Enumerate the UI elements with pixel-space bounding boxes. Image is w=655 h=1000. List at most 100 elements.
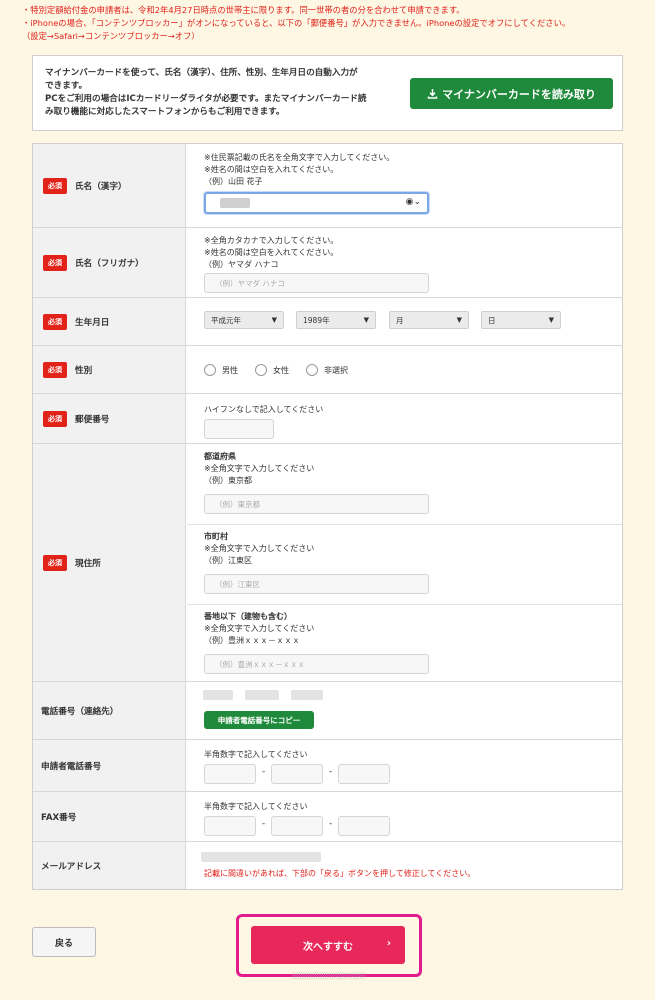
redacted-value [203, 690, 233, 700]
era-select[interactable]: 平成元年 ▼ [204, 311, 284, 329]
email-label: メールアドレス [41, 861, 102, 872]
row-email: メールアドレス 記載に間違いがあれば、下部の「戻る」ボタンを押して修正してくださ… [33, 842, 622, 889]
next-button[interactable]: 次へすすむ › [251, 926, 405, 964]
required-badge: 必須 [43, 410, 67, 427]
hint-text: ※全角カタカナで入力してください。 [204, 236, 339, 245]
autofill-person-icon[interactable]: ◉⌄ [406, 197, 421, 207]
hint-text: （例）山田 花子 [204, 177, 263, 186]
fax-part2[interactable] [271, 816, 323, 836]
postal-label: 郵便番号 [75, 414, 110, 425]
triangle-down-icon: ▼ [456, 316, 462, 324]
required-badge: 必須 [43, 554, 67, 571]
row-postal: 必須 郵便番号 ハイフンなしで記入してください [33, 394, 622, 444]
street-title: 番地以下（建物も含む） [204, 612, 292, 621]
year-select[interactable]: 1989年 ▼ [296, 311, 376, 329]
row-applicant-phone: 申請者電話番号 半角数字で記入してください - - [33, 740, 622, 792]
hint-text: ※姓名の間は空白を入れてください。 [204, 165, 339, 174]
hint-text: ※住民票記載の氏名を全角文字で入力してください。 [204, 153, 395, 162]
name-kanji-input[interactable]: ◉⌄ [204, 192, 429, 214]
row-name-kana: 必須 氏名（フリガナ） ※全角カタカナで入力してください。 ※姓名の間は空白を入… [33, 228, 622, 298]
row-label: 必須 氏名（フリガナ） [33, 228, 186, 297]
redacted-value [291, 690, 323, 700]
street-group: 番地以下（建物も含む） ※全角文字で入力してください （例）豊洲ｘｘｘ－ｘｘｘ … [204, 604, 622, 682]
month-select[interactable]: 月 ▼ [389, 311, 469, 329]
hint-text: （例）江東区 [204, 556, 252, 565]
postal-input[interactable] [204, 419, 274, 439]
row-contact-phone: 電話番号（連絡先） 申請者電話番号にコピー [33, 682, 622, 740]
applicant-phone-part2[interactable] [271, 764, 323, 784]
next-button-label: 次へすすむ [303, 941, 353, 953]
triangle-down-icon: ▼ [271, 316, 277, 324]
redacted-value [201, 852, 321, 862]
radio-icon[interactable] [306, 364, 318, 376]
hint-text: 半角数字で記入してください [204, 802, 308, 811]
row-gender: 必須 性別 男性 女性 非選択 [33, 346, 622, 394]
city-input[interactable]: （例）江東区 [204, 574, 429, 594]
row-label: 必須 郵便番号 [33, 394, 186, 443]
read-mynumber-card-button[interactable]: マイナンバーカードを読み取り [410, 78, 613, 109]
city-title: 市町村 [204, 532, 228, 541]
address-label: 現住所 [75, 558, 101, 569]
read-card-label: マイナンバーカードを読み取り [442, 87, 596, 101]
separator: - [329, 819, 333, 829]
notice-line: ・特別定額給付金の申請者は、令和2年4月27日時点の世帯主に限ります。同一世帯の… [22, 5, 465, 15]
back-button[interactable]: 戻る [32, 927, 96, 957]
notice-line: （設定→Safari→コンテンツブロッカー→オフ） [22, 31, 200, 41]
gender-label: 性別 [75, 365, 93, 376]
copy-to-applicant-phone-button[interactable]: 申請者電話番号にコピー [204, 711, 314, 729]
required-badge: 必須 [43, 361, 67, 378]
notice-line: ・iPhoneの場合、「コンテンツブロッカー」がオンになっていると、以下の「郵便… [22, 18, 571, 28]
name-kana-input[interactable]: （例）ヤマダ ハナコ [204, 273, 429, 293]
required-badge: 必須 [43, 313, 67, 330]
prefecture-input[interactable]: （例）東京都 [204, 494, 429, 514]
row-label: 必須 現住所 [33, 444, 186, 681]
hint-text: ※全角文字で入力してください [204, 544, 315, 553]
fax-part1[interactable] [204, 816, 256, 836]
email-correction-note: 記載に間違いがあれば、下部の「戻る」ボタンを押して修正してください。 [204, 869, 476, 878]
gender-option-unselected[interactable]: 非選択 [306, 364, 348, 376]
hint-text: ハイフンなしで記入してください [204, 405, 324, 414]
hint-text: ※姓名の間は空白を入れてください。 [204, 248, 339, 257]
radio-icon[interactable] [204, 364, 216, 376]
row-address: 必須 現住所 都道府県 ※全角文字で入力してください （例）東京都 （例）東京都… [33, 444, 622, 682]
hint-text: 半角数字で記入してください [204, 750, 308, 759]
gender-option-male[interactable]: 男性 [204, 364, 238, 376]
redacted-value [220, 198, 250, 208]
triangle-down-icon: ▼ [363, 316, 369, 324]
prefecture-title: 都道府県 [204, 452, 236, 461]
name-kanji-label: 氏名（漢字） [75, 181, 127, 192]
hint-text: （例）東京都 [204, 476, 252, 485]
street-input[interactable]: （例）豊洲ｘｘｘ－ｘｘｘ [204, 654, 429, 674]
applicant-phone-part1[interactable] [204, 764, 256, 784]
row-label: 電話番号（連絡先） [33, 682, 186, 739]
fax-label: FAX番号 [41, 812, 77, 823]
separator: - [329, 767, 333, 777]
download-icon [427, 89, 438, 99]
fax-part3[interactable] [338, 816, 390, 836]
hint-text: ※全角文字で入力してください [204, 464, 315, 473]
day-select[interactable]: 日 ▼ [481, 311, 561, 329]
row-label: 必須 氏名（漢字） [33, 144, 186, 227]
hint-text: ※全角文字で入力してください [204, 624, 315, 633]
hint-text: （例）豊洲ｘｘｘ－ｘｘｘ [204, 636, 300, 645]
radio-icon[interactable] [255, 364, 267, 376]
separator: - [262, 767, 266, 777]
row-fax: FAX番号 半角数字で記入してください - - [33, 792, 622, 842]
obscured-note: ░░░░░░░░░░░░░░░░ [292, 973, 366, 980]
mynumber-description: マイナンバーカードを使って、氏名（漢字）、住所、性別、生年月日の自動入力が でき… [45, 68, 367, 117]
redacted-value [245, 690, 279, 700]
contact-phone-label: 電話番号（連絡先） [41, 706, 119, 717]
application-form: 必須 氏名（漢字） ※住民票記載の氏名を全角文字で入力してください。 ※姓名の間… [32, 143, 623, 890]
row-label: 必須 性別 [33, 346, 186, 393]
applicant-phone-part3[interactable] [338, 764, 390, 784]
row-name-kanji: 必須 氏名（漢字） ※住民票記載の氏名を全角文字で入力してください。 ※姓名の間… [33, 144, 622, 228]
city-group: 市町村 ※全角文字で入力してください （例）江東区 （例）江東区 [204, 524, 622, 604]
separator: - [262, 819, 266, 829]
hint-text: （例）ヤマダ ハナコ [204, 260, 279, 269]
prefecture-group: 都道府県 ※全角文字で入力してください （例）東京都 （例）東京都 [204, 444, 622, 524]
chevron-right-icon: › [386, 938, 391, 949]
row-label: メールアドレス [33, 842, 186, 889]
required-badge: 必須 [43, 177, 67, 194]
notice-list: ・特別定額給付金の申請者は、令和2年4月27日時点の世帯主に限ります。同一世帯の… [22, 4, 642, 43]
gender-option-female[interactable]: 女性 [255, 364, 289, 376]
